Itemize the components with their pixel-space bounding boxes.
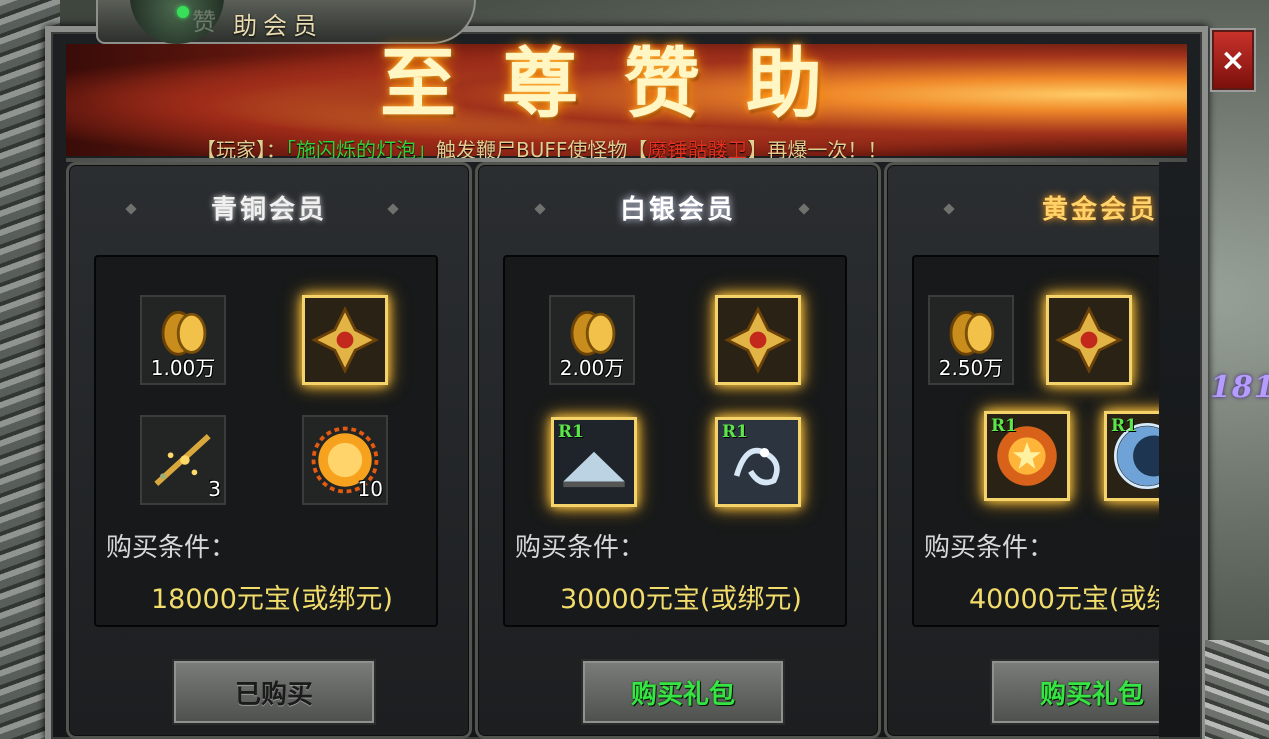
gold-emblem-icon xyxy=(311,306,379,374)
reward-panel: 2.50万 R1 R1 购买条件： 40000元宝(或绑元) xyxy=(912,255,1159,627)
reward-slot[interactable]: R1 xyxy=(715,417,801,507)
purchase-condition-label: 购买条件： xyxy=(924,533,1055,563)
reward-slot[interactable] xyxy=(715,295,801,385)
buy-gift-pack-button[interactable]: 购买礼包 xyxy=(581,659,785,725)
window-title: 助会员 xyxy=(233,12,323,40)
reward-slot[interactable]: 2.00万 xyxy=(549,295,635,385)
rank-badge: R1 xyxy=(722,422,748,442)
card-title: 青铜会员 xyxy=(210,195,327,225)
purchase-price: 18000元宝(或绑元) xyxy=(151,584,393,615)
gold-emblem-icon xyxy=(724,306,792,374)
card-header: 白银会员 xyxy=(478,165,878,255)
membership-cards: 青铜会员 1.00万 3 10 购买条件： 18000元宝(或绑元) 已购买 白… xyxy=(66,162,1159,739)
membership-card-silver: 白银会员 2.00万 R1 R1 购买条件： 30000元宝(或绑元) 购买礼包 xyxy=(475,162,881,739)
card-header: 青铜会员 xyxy=(69,165,469,255)
reward-panel: 1.00万 3 10 购买条件： 18000元宝(或绑元) xyxy=(94,255,438,627)
purchase-condition-label: 购买条件： xyxy=(515,533,646,563)
reward-slot[interactable]: R1 xyxy=(1104,411,1159,501)
dragon-ornament-right xyxy=(1205,640,1269,739)
banner-title: 至尊赞助 xyxy=(380,39,868,128)
reward-slot[interactable]: 3 xyxy=(140,415,226,505)
reward-slot[interactable] xyxy=(302,295,388,385)
reward-panel: 2.00万 R1 R1 购买条件： 30000元宝(或绑元) xyxy=(503,255,847,627)
title-glyph: 赞 xyxy=(192,8,216,36)
gold-emblem-icon xyxy=(1055,306,1123,374)
reward-quantity: 3 xyxy=(208,477,221,501)
reward-slot[interactable]: 2.50万 xyxy=(928,295,1014,385)
rank-badge: R1 xyxy=(991,416,1017,436)
reward-quantity: 2.50万 xyxy=(938,356,1004,380)
reward-quantity: 2.00万 xyxy=(559,356,625,380)
already-purchased-button[interactable]: 已购买 xyxy=(172,659,376,725)
reward-slot[interactable]: 10 xyxy=(302,415,388,505)
card-title: 白银会员 xyxy=(619,195,736,225)
card-header: 黄金会员 xyxy=(887,165,1159,255)
rank-badge: R1 xyxy=(1111,416,1137,436)
purchase-price: 40000元宝(或绑元) xyxy=(969,584,1159,615)
purchase-condition-label: 购买条件： xyxy=(106,533,237,563)
online-status-dot xyxy=(177,6,189,18)
game-screen: 181 赞 助会员 × 至尊赞助 【玩家】：「施闪烁的灯泡」触发鞭尸BUFF使怪… xyxy=(0,0,1269,739)
background-number: 181 xyxy=(1210,370,1269,405)
purchase-price: 30000元宝(或绑元) xyxy=(560,584,802,615)
membership-card-gold: 黄金会员 2.50万 R1 R1 购买条件： 40000元宝(或 购买礼包 xyxy=(884,162,1159,739)
close-icon: × xyxy=(1220,42,1246,78)
reward-slot[interactable] xyxy=(1046,295,1132,385)
membership-card-bronze: 青铜会员 1.00万 3 10 购买条件： 18000元宝(或绑元) 已购买 xyxy=(66,162,472,739)
reward-slot[interactable]: R1 xyxy=(984,411,1070,501)
reward-slot[interactable]: R1 xyxy=(551,417,637,507)
reward-quantity: 1.00万 xyxy=(150,356,216,380)
close-button[interactable]: × xyxy=(1210,28,1256,92)
card-title: 黄金会员 xyxy=(1041,195,1158,225)
rank-badge: R1 xyxy=(558,422,584,442)
buy-gift-pack-button[interactable]: 购买礼包 xyxy=(990,659,1159,725)
reward-quantity: 10 xyxy=(357,477,383,501)
reward-slot[interactable]: 1.00万 xyxy=(140,295,226,385)
